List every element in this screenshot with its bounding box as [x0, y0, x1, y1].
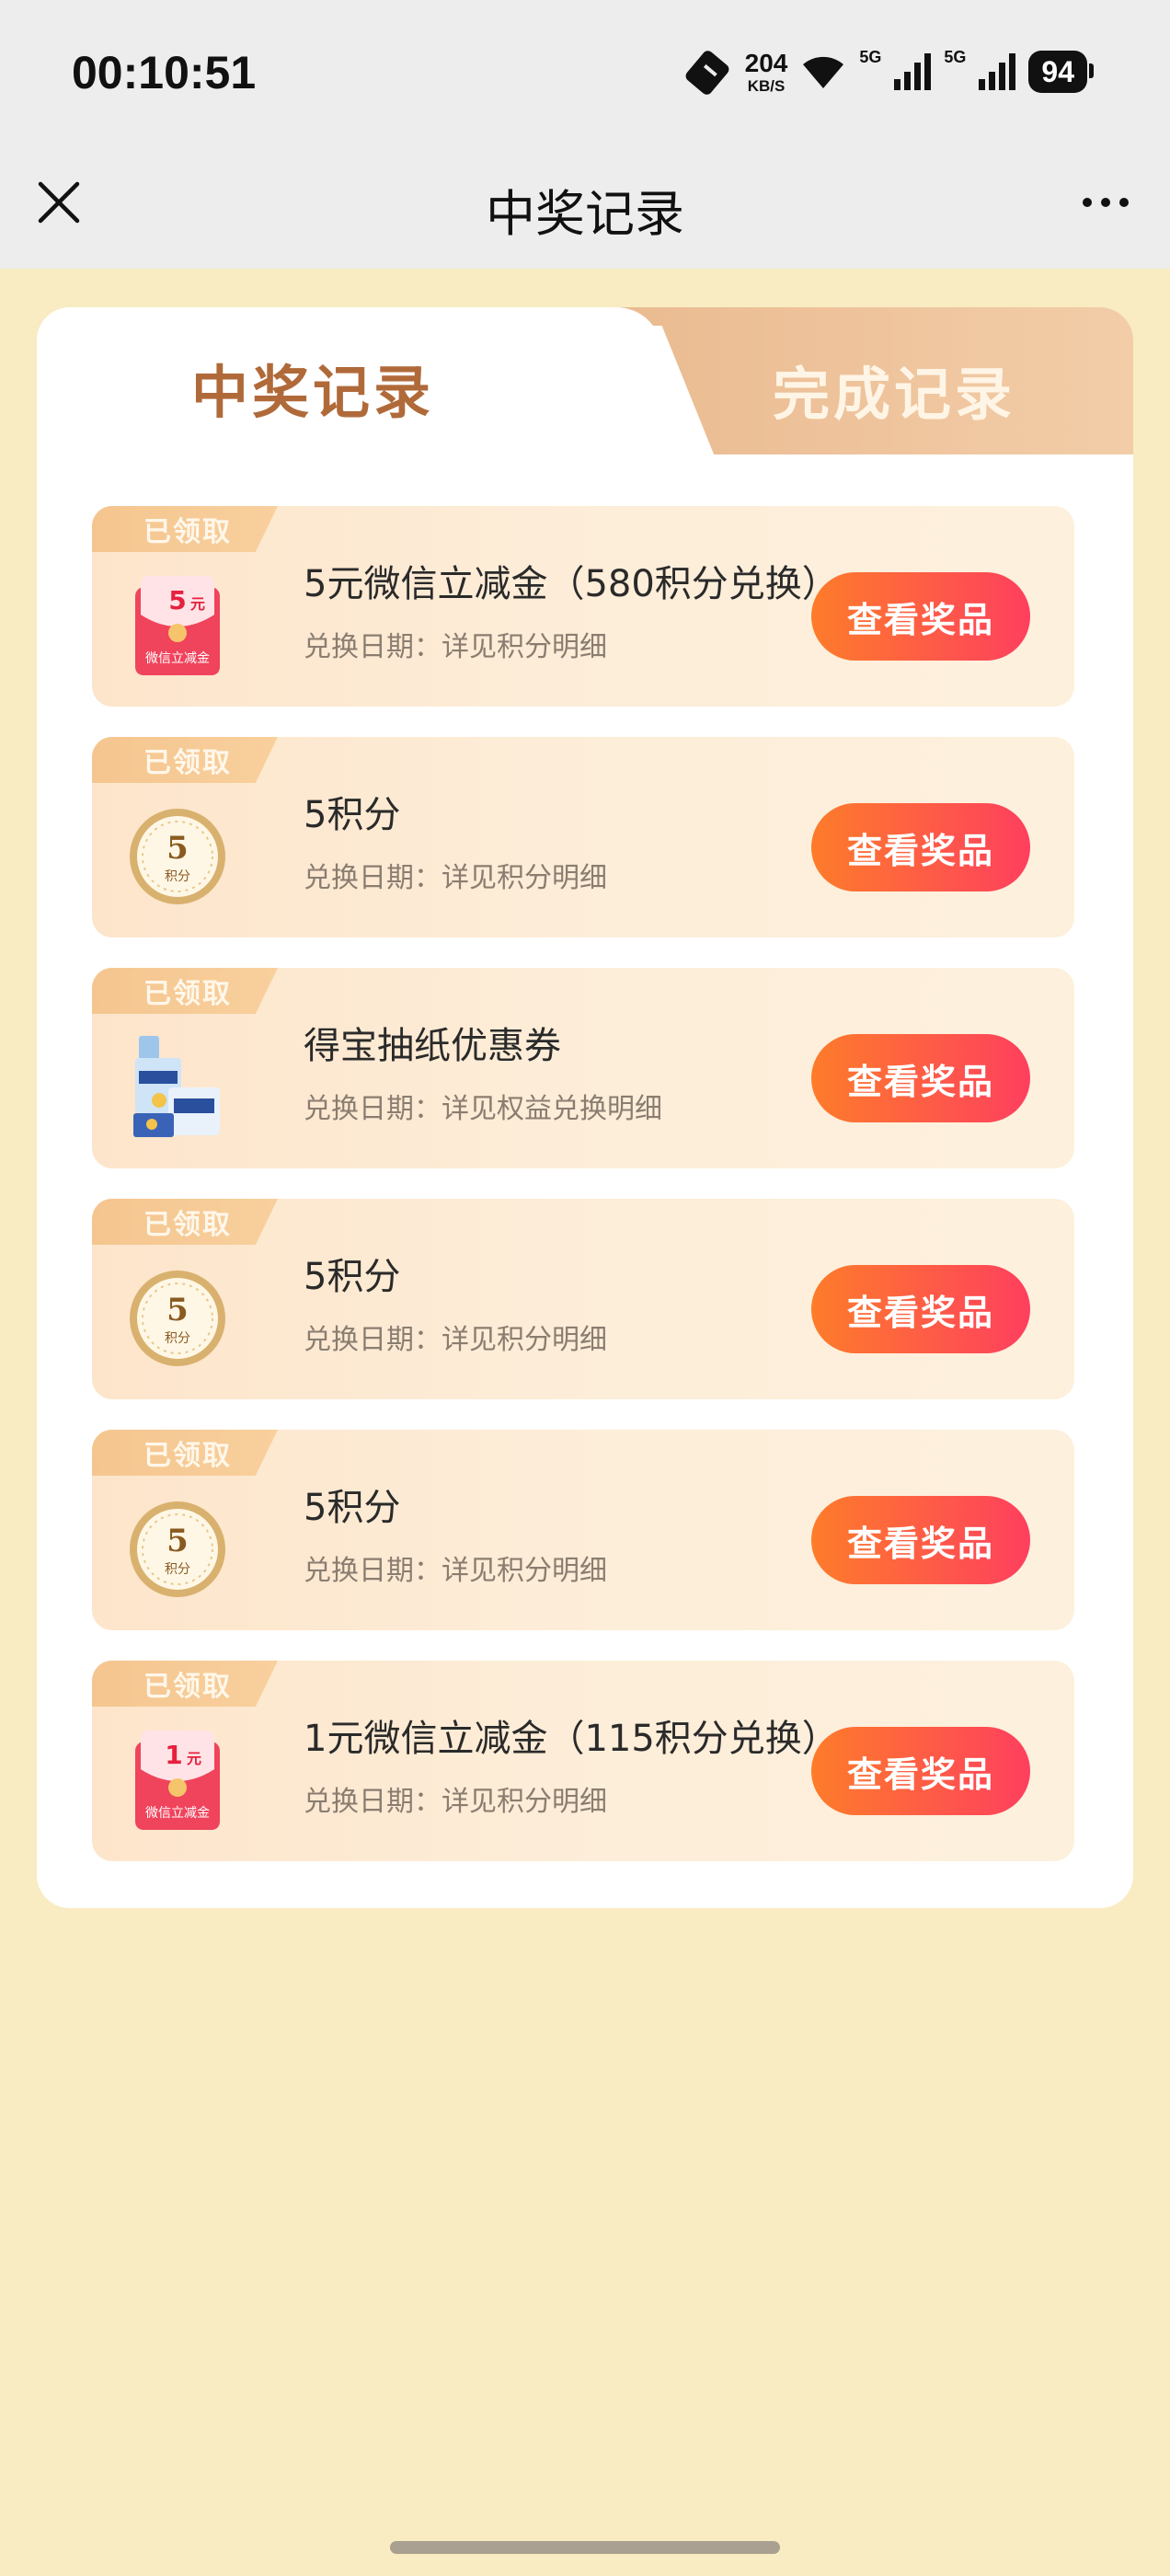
- home-indicator[interactable]: [390, 2541, 780, 2554]
- net-speed-value: 204: [744, 48, 788, 77]
- envelope-amount: 5: [168, 585, 186, 615]
- record-title: 1元微信立减金（115积分兑换）: [304, 1718, 839, 1760]
- view-prize-button[interactable]: 查看奖品: [811, 572, 1030, 661]
- svg-text:积分: 积分: [165, 869, 190, 884]
- claimed-badge: 已领取: [92, 1430, 278, 1476]
- record-subtitle: 兑换日期：详见权益兑换明细: [304, 1093, 662, 1125]
- record-title: 得宝抽纸优惠券: [304, 1025, 561, 1067]
- record-subtitle: 兑换日期：详见积分明细: [304, 631, 607, 663]
- wifi-icon: [803, 56, 844, 88]
- list-item: 已领取 5 积分 5积分 兑换日期：详见积分明细 查看奖品: [92, 1199, 1074, 1399]
- svg-text:5: 5: [166, 830, 189, 867]
- list-item: 已领取 5 积分 5积分 兑换日期：详见积分明细 查看奖品: [92, 737, 1074, 937]
- view-prize-button[interactable]: 查看奖品: [811, 803, 1030, 891]
- payment-card-icon: [685, 51, 729, 95]
- status-bar: 00:10:51 204 KB/S 5G 5G 94: [0, 0, 1170, 147]
- tab-prize-label: 中奖记录: [190, 359, 434, 426]
- record-subtitle: 兑换日期：详见积分明细: [304, 1324, 607, 1356]
- list-item: 已领取 得宝抽纸优惠券 兑换日期：详见权益兑换明细 查看奖品: [92, 968, 1074, 1168]
- points-coin-icon: 5 积分: [127, 801, 228, 912]
- claimed-badge: 已领取: [92, 1199, 278, 1245]
- svg-text:5: 5: [166, 1523, 189, 1559]
- record-title: 5元微信立减金（580积分兑换）: [304, 563, 839, 605]
- battery-indicator: 94: [1028, 51, 1094, 93]
- claimed-badge: 已领取: [92, 968, 278, 1014]
- points-coin-icon: 5 积分: [127, 1263, 228, 1374]
- record-subtitle: 兑换日期：详见积分明细: [304, 1555, 607, 1587]
- view-prize-button[interactable]: 查看奖品: [811, 1496, 1030, 1584]
- list-item: 已领取 5 积分 5积分 兑换日期：详见积分明细 查看奖品: [92, 1430, 1074, 1630]
- more-dots-icon: [1083, 198, 1092, 207]
- svg-text:微信立减金: 微信立减金: [145, 1806, 210, 1821]
- claimed-badge: 已领取: [92, 1661, 278, 1707]
- status-time: 00:10:51: [72, 47, 257, 98]
- page-title: 中奖记录: [486, 185, 684, 243]
- tab-prize-records[interactable]: 中奖记录: [37, 307, 662, 454]
- svg-text:积分: 积分: [165, 1562, 190, 1577]
- view-prize-button[interactable]: 查看奖品: [811, 1034, 1030, 1122]
- records-card: 完成记录 中奖记录 已领取 5 元 微信立减金 5元微信立减金（580积分兑换）: [37, 307, 1133, 1908]
- nav-bar: 中奖记录: [0, 147, 1170, 269]
- svg-text:积分: 积分: [165, 1331, 190, 1346]
- signal-bars-icon: [979, 53, 1016, 90]
- red-envelope-icon: 5 元 微信立减金: [127, 570, 228, 681]
- status-icons: 204 KB/S 5G 5G 94: [682, 44, 1094, 99]
- claimed-badge: 已领取: [92, 737, 278, 783]
- record-title: 5积分: [304, 1487, 401, 1529]
- tab-completed-label: 完成记录: [772, 361, 1015, 428]
- more-dots-icon: [1119, 198, 1129, 207]
- signal-1-label: 5G: [859, 48, 882, 66]
- record-title: 5积分: [304, 794, 401, 836]
- net-speed-unit: KB/S: [747, 76, 786, 95]
- svg-text:微信立减金: 微信立减金: [145, 651, 210, 666]
- signal-bars-icon: [894, 53, 932, 90]
- record-subtitle: 兑换日期：详见积分明细: [304, 862, 607, 894]
- list-item: 已领取 1 元 微信立减金 1元微信立减金（115积分兑换） 兑换日期：详见积分…: [92, 1661, 1074, 1861]
- list-item: 已领取 5 元 微信立减金 5元微信立减金（580积分兑换） 兑换日期：详见积分…: [92, 506, 1074, 707]
- svg-text:元: 元: [190, 595, 205, 613]
- net-speed: 204 KB/S: [744, 48, 788, 95]
- svg-text:5: 5: [166, 1292, 189, 1328]
- svg-text:1: 1: [165, 1740, 182, 1770]
- record-title: 5积分: [304, 1256, 401, 1298]
- points-coin-icon: 5 积分: [127, 1494, 228, 1604]
- record-subtitle: 兑换日期：详见积分明细: [304, 1786, 607, 1818]
- view-prize-button[interactable]: 查看奖品: [811, 1727, 1030, 1815]
- view-prize-button[interactable]: 查看奖品: [811, 1265, 1030, 1353]
- tissue-pack-icon: [127, 1032, 228, 1143]
- more-dots-icon: [1101, 198, 1110, 207]
- records-list: 已领取 5 元 微信立减金 5元微信立减金（580积分兑换） 兑换日期：详见积分…: [92, 506, 1076, 1892]
- more-button[interactable]: [1069, 175, 1142, 230]
- svg-text:元: 元: [187, 1750, 201, 1767]
- signal-2-label: 5G: [944, 48, 967, 66]
- claimed-badge: 已领取: [92, 506, 278, 552]
- red-envelope-icon: 1 元 微信立减金: [127, 1725, 228, 1835]
